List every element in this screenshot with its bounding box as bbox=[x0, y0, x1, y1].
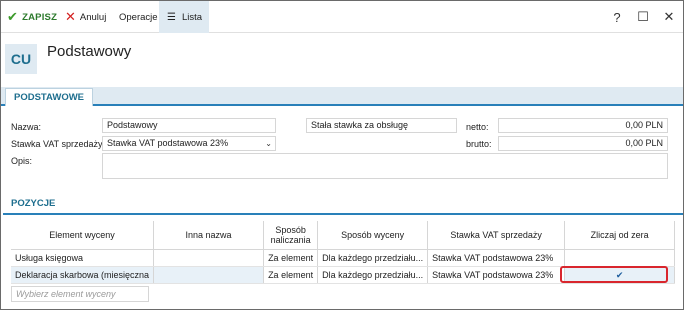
positions-divider bbox=[3, 213, 683, 215]
vat-select[interactable]: Stawka VAT podstawowa 23% ⌄ bbox=[102, 136, 276, 151]
net-label: netto: bbox=[466, 122, 489, 132]
cell-pricing[interactable]: Dla każdego przedziału... bbox=[317, 249, 429, 267]
net-value-field[interactable]: 0,00 PLN bbox=[498, 118, 668, 133]
cell-element[interactable]: Usługa księgowa bbox=[11, 249, 155, 267]
description-field[interactable] bbox=[102, 153, 668, 179]
save-button[interactable]: ✔ ZAPISZ bbox=[7, 1, 57, 33]
cell-zero[interactable] bbox=[564, 249, 676, 267]
cell-vat[interactable]: Stawka VAT podstawowa 23% bbox=[427, 266, 566, 284]
vat-select-value: Stawka VAT podstawowa 23% bbox=[107, 138, 229, 148]
operations-label: Operacje bbox=[119, 11, 158, 23]
cell-charging[interactable]: Za element bbox=[263, 266, 319, 284]
maximize-icon: ☐ bbox=[637, 9, 649, 24]
col-header-zero[interactable]: Zliczaj od zera bbox=[564, 221, 676, 250]
app-window: ✔ ZAPISZ ✕ Anuluj Operacje ☰ Lista ? ☐ ✕… bbox=[0, 0, 684, 310]
table-header-row: Element wyceny Inna nazwa Sposób nalicza… bbox=[11, 221, 676, 250]
page-header: CU Podstawowy bbox=[1, 33, 683, 77]
description-label: Opis: bbox=[11, 156, 33, 166]
list-button[interactable]: ☰ Lista bbox=[159, 1, 209, 33]
annotation-highlight-box bbox=[560, 266, 668, 283]
tab-basic[interactable]: PODSTAWOWE bbox=[5, 88, 94, 106]
close-icon: ✕ bbox=[65, 9, 76, 24]
new-element-input[interactable]: Wybierz element wyceny bbox=[11, 286, 149, 302]
col-header-pricing[interactable]: Sposób wyceny bbox=[317, 221, 429, 250]
page-title: Podstawowy bbox=[47, 43, 132, 60]
close-window-icon: ✕ bbox=[663, 9, 675, 24]
cell-charging[interactable]: Za element bbox=[263, 249, 319, 267]
chevron-down-icon: ⌄ bbox=[265, 139, 272, 148]
cell-pricing[interactable]: Dla każdego przedziału... bbox=[317, 266, 429, 284]
cell-element[interactable]: Deklaracja skarbowa (miesięczna bbox=[11, 266, 155, 284]
col-header-other-name[interactable]: Inna nazwa bbox=[153, 221, 265, 250]
close-window-button[interactable]: ✕ bbox=[657, 1, 681, 33]
list-label: Lista bbox=[181, 11, 203, 23]
cancel-label: Anuluj bbox=[79, 11, 107, 23]
positions-title: POZYCJE bbox=[11, 198, 56, 209]
col-header-element[interactable]: Element wyceny bbox=[11, 221, 155, 250]
table-row[interactable]: Usługa księgowa Za element Dla każdego p… bbox=[11, 249, 676, 267]
record-type-badge: CU bbox=[5, 44, 37, 74]
help-icon: ? bbox=[613, 9, 621, 25]
name-label: Nazwa: bbox=[11, 122, 42, 132]
col-header-vat[interactable]: Stawka VAT sprzedaży bbox=[427, 221, 566, 250]
checkmark-icon: ✔ bbox=[7, 9, 19, 24]
maximize-button[interactable]: ☐ bbox=[631, 1, 655, 33]
gross-label: brutto: bbox=[466, 139, 492, 149]
toolbar: ✔ ZAPISZ ✕ Anuluj Operacje ☰ Lista ? ☐ ✕ bbox=[1, 1, 683, 33]
cell-other-name[interactable] bbox=[153, 266, 265, 284]
col-header-charging[interactable]: Sposób naliczania bbox=[263, 221, 319, 250]
hamburger-icon: ☰ bbox=[167, 11, 176, 23]
vat-label: Stawka VAT sprzedaży: bbox=[11, 139, 106, 149]
help-button[interactable]: ? bbox=[605, 1, 629, 33]
cancel-button[interactable]: ✕ Anuluj bbox=[65, 1, 106, 33]
gross-value-field[interactable]: 0,00 PLN bbox=[498, 136, 668, 151]
cell-other-name[interactable] bbox=[153, 249, 265, 267]
save-label: ZAPISZ bbox=[22, 11, 58, 23]
operations-menu-button[interactable]: Operacje bbox=[119, 1, 158, 33]
tab-bar bbox=[1, 87, 683, 106]
name-field[interactable]: Podstawowy bbox=[102, 118, 276, 133]
cell-vat[interactable]: Stawka VAT podstawowa 23% bbox=[427, 249, 566, 267]
fixed-rate-field[interactable]: Stała stawka za obsługę bbox=[306, 118, 457, 133]
